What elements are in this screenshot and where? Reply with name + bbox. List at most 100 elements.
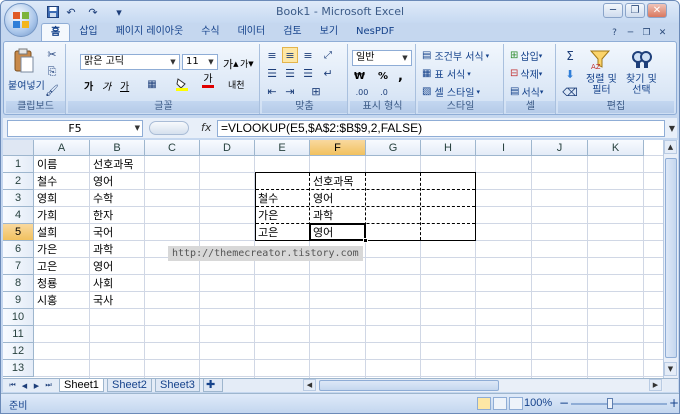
horizontal-scrollbar[interactable]: ◀ ▶ bbox=[303, 379, 663, 392]
tab-data[interactable]: 데이터 bbox=[229, 23, 275, 41]
cut-icon[interactable]: ✂ bbox=[44, 46, 60, 62]
scroll-left-icon[interactable]: ◀ bbox=[303, 379, 316, 391]
conditional-format-button[interactable]: ▤ 조건부 서식 ▾ bbox=[422, 48, 489, 63]
column-header-f[interactable]: F bbox=[310, 140, 366, 156]
format-cells-button[interactable]: ▤ 서식 ▾ bbox=[510, 84, 543, 99]
find-select-icon[interactable] bbox=[630, 46, 654, 72]
cell-b2[interactable]: 영어 bbox=[90, 173, 145, 190]
sort-filter-icon[interactable]: AZ bbox=[588, 46, 612, 72]
wrap-text-icon[interactable]: ↵ bbox=[320, 65, 336, 81]
zoom-level[interactable]: 100% bbox=[524, 397, 552, 409]
zoom-slider-thumb[interactable] bbox=[607, 398, 613, 409]
cell-styles-button[interactable]: ▧ 셀 스타일 ▾ bbox=[422, 84, 480, 99]
formula-input[interactable]: =VLOOKUP(E5,$A$2:$B$9,2,FALSE) bbox=[217, 120, 665, 137]
row-header-5[interactable]: 5 bbox=[3, 224, 34, 241]
decrease-indent-icon[interactable]: ⇤ bbox=[264, 83, 280, 99]
text-orientation-icon[interactable]: ⤢ bbox=[320, 47, 336, 63]
format-as-table-button[interactable]: ▦ 표 서식 ▾ bbox=[422, 66, 471, 81]
column-header-d[interactable]: D bbox=[200, 140, 255, 156]
column-header-k[interactable]: K bbox=[588, 140, 644, 156]
sheet-tab-sheet2[interactable]: Sheet2 bbox=[107, 379, 152, 392]
shrink-font-button[interactable]: 가 ▼ bbox=[240, 57, 254, 71]
column-header-i[interactable]: I bbox=[476, 140, 532, 156]
cell-a1[interactable]: 이름 bbox=[34, 156, 90, 173]
align-top-icon[interactable]: ≡ bbox=[264, 47, 280, 63]
align-middle-icon[interactable]: ≡ bbox=[282, 47, 298, 63]
zoom-in-icon[interactable]: + bbox=[669, 396, 679, 410]
cell-b7[interactable]: 영어 bbox=[90, 258, 145, 275]
insert-sheet-icon[interactable]: ✚ bbox=[203, 379, 223, 392]
paste-icon[interactable] bbox=[12, 48, 36, 74]
copy-icon[interactable]: ⎘ bbox=[44, 64, 60, 80]
close-button[interactable]: ✕ bbox=[647, 3, 667, 18]
vertical-scroll-thumb[interactable] bbox=[665, 158, 677, 358]
cell-a6[interactable]: 가은 bbox=[34, 241, 90, 258]
column-header-j[interactable]: J bbox=[532, 140, 588, 156]
cell-e5[interactable]: 고은 bbox=[255, 224, 310, 241]
cell-e3[interactable]: 철수 bbox=[255, 190, 310, 207]
find-select-button[interactable]: 찾기 및 선택 bbox=[626, 74, 657, 96]
fill-handle[interactable] bbox=[363, 238, 368, 243]
cell-f3[interactable]: 영어 bbox=[310, 190, 366, 207]
align-left-icon[interactable]: ☰ bbox=[264, 65, 280, 81]
cell-a3[interactable]: 영희 bbox=[34, 190, 90, 207]
column-header-c[interactable]: C bbox=[145, 140, 200, 156]
zoom-slider[interactable] bbox=[571, 403, 667, 405]
select-all-corner[interactable] bbox=[3, 140, 34, 156]
increase-indent-icon[interactable]: ⇥ bbox=[282, 83, 298, 99]
name-box[interactable]: F5 ▼ bbox=[7, 120, 143, 137]
column-header-e[interactable]: E bbox=[255, 140, 310, 156]
align-bottom-icon[interactable]: ≡ bbox=[300, 47, 316, 63]
row-header-11[interactable]: 11 bbox=[3, 326, 34, 343]
tab-page-layout[interactable]: 페이지 레이아웃 bbox=[107, 23, 193, 41]
row-header-13[interactable]: 13 bbox=[3, 360, 34, 377]
comma-button[interactable]: , bbox=[398, 69, 403, 84]
font-size-select[interactable]: 11 ▼ bbox=[182, 54, 218, 70]
font-color-button[interactable]: 가 bbox=[202, 75, 214, 88]
cell-b9[interactable]: 국사 bbox=[90, 292, 145, 309]
restore-button[interactable]: ❐ bbox=[625, 3, 645, 18]
cell-a2[interactable]: 철수 bbox=[34, 173, 90, 190]
column-header-g[interactable]: G bbox=[366, 140, 421, 156]
fill-icon[interactable]: ⬇ bbox=[562, 66, 578, 82]
cell-a7[interactable]: 고은 bbox=[34, 258, 90, 275]
tab-review[interactable]: 검토 bbox=[274, 23, 310, 41]
column-header-h[interactable]: H bbox=[421, 140, 476, 156]
delete-cells-button[interactable]: ⊟ 삭제 ▾ bbox=[510, 66, 542, 81]
cell-a5[interactable]: 설희 bbox=[34, 224, 90, 241]
cell-b8[interactable]: 사회 bbox=[90, 275, 145, 292]
cell-e4[interactable]: 가은 bbox=[255, 207, 310, 224]
tab-insert[interactable]: 삽입 bbox=[70, 23, 106, 41]
minimize-button[interactable]: ─ bbox=[603, 3, 623, 18]
tab-home[interactable]: 홈 bbox=[41, 23, 71, 41]
ribbon-restore-icon[interactable]: ❐ bbox=[640, 26, 653, 39]
number-format-select[interactable]: 일반 ▼ bbox=[352, 50, 412, 66]
row-header-9[interactable]: 9 bbox=[3, 292, 34, 309]
fill-color-icon[interactable] bbox=[174, 76, 190, 92]
phonetic-button[interactable]: 내천 bbox=[228, 78, 245, 91]
zoom-out-icon[interactable]: − bbox=[559, 396, 569, 410]
column-header-a[interactable]: A bbox=[34, 140, 90, 156]
font-name-select[interactable]: 맑은 고딕 ▼ bbox=[80, 54, 180, 70]
insert-function-button[interactable]: fx bbox=[201, 121, 211, 134]
page-layout-view-icon[interactable] bbox=[493, 397, 507, 410]
format-painter-icon[interactable]: 🖌 bbox=[44, 82, 60, 98]
merge-center-icon[interactable]: ⊞ bbox=[308, 83, 324, 99]
cell-b5[interactable]: 국어 bbox=[90, 224, 145, 241]
help-icon[interactable]: ? bbox=[608, 26, 621, 39]
worksheet-grid[interactable]: A B C D E F G H I J K 1 2 3 4 5 6 7 8 9 10 11 12 13 이름 철수 영희 가희 설희 가은… bbox=[3, 140, 663, 378]
cell-b6[interactable]: 과학 bbox=[90, 241, 145, 258]
decrease-decimal-icon[interactable]: .0 bbox=[376, 84, 392, 100]
normal-view-icon[interactable] bbox=[477, 397, 491, 410]
scroll-up-icon[interactable]: ▲ bbox=[664, 140, 677, 154]
ribbon-minimize-icon[interactable]: ─ bbox=[624, 26, 637, 39]
percent-button[interactable]: % bbox=[378, 71, 388, 82]
borders-icon[interactable]: ▦ bbox=[144, 76, 160, 92]
italic-button[interactable]: 가 bbox=[102, 78, 111, 93]
cell-b4[interactable]: 한자 bbox=[90, 207, 145, 224]
office-button[interactable] bbox=[4, 3, 38, 37]
scroll-right-icon[interactable]: ▶ bbox=[649, 379, 662, 391]
row-header-10[interactable]: 10 bbox=[3, 309, 34, 326]
paste-button[interactable]: 붙여넣기 bbox=[8, 77, 45, 92]
expand-formula-bar-icon[interactable]: ▼ bbox=[667, 120, 677, 137]
